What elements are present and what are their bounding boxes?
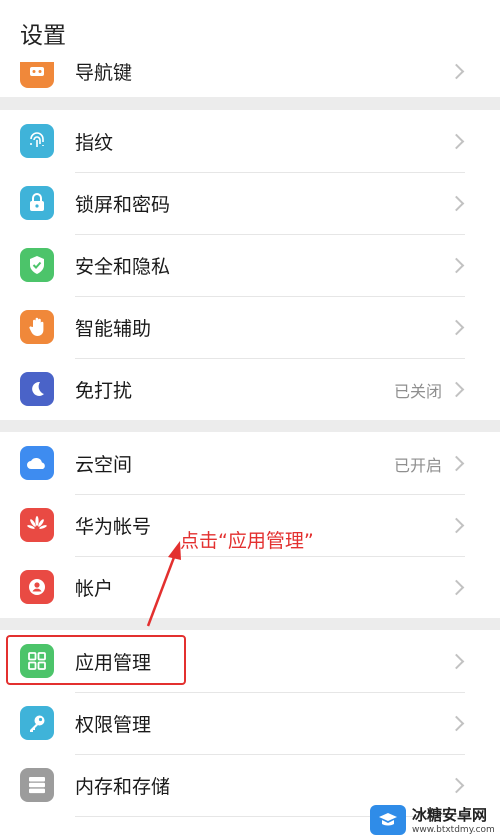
watermark-logo-icon xyxy=(370,804,406,835)
annotation-arrow xyxy=(146,541,181,627)
watermark-name: 冰糖安卓网 xyxy=(412,806,488,824)
watermark-url: www.btxtdmy.com xyxy=(412,825,495,835)
annotation-text: 点击“应用管理” xyxy=(180,530,314,552)
watermark: 冰糖安卓网 www.btxtdmy.com xyxy=(370,800,500,839)
